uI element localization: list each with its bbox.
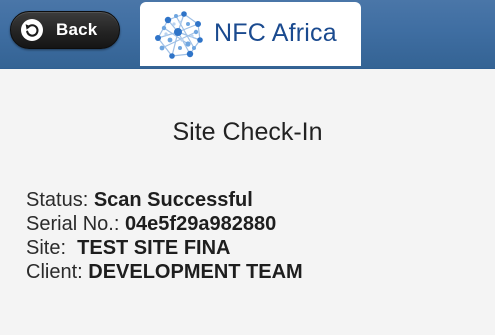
logo-text: NFC Africa (214, 19, 337, 47)
status-label: Status: (26, 189, 94, 211)
site-row: Site: TEST SITE FINA (26, 236, 303, 260)
check-in-details: Status: Scan Successful Serial No.: 04e5… (26, 188, 303, 284)
serial-row: Serial No.: 04e5f29a982880 (26, 212, 303, 236)
back-button-label: Back (56, 20, 98, 39)
main-content: Site Check-In Status: Scan Successful Se… (0, 69, 495, 335)
status-row: Status: Scan Successful (26, 188, 303, 212)
serial-value: 04e5f29a982880 (124, 213, 277, 235)
back-arrow-icon (21, 19, 43, 41)
client-label: Client: (26, 261, 89, 283)
serial-label: Serial No.: (26, 213, 125, 235)
globe-network-icon (155, 11, 203, 59)
client-value: DEVELOPMENT TEAM (88, 261, 303, 283)
back-button[interactable]: Back (10, 11, 120, 49)
page-title: Site Check-In (172, 118, 323, 146)
header-bar: Back NFC Africa (0, 0, 495, 69)
site-value: TEST SITE FINA (77, 237, 231, 259)
client-row: Client: DEVELOPMENT TEAM (26, 260, 303, 284)
logo: NFC Africa (140, 2, 361, 66)
status-value: Scan Successful (93, 189, 253, 211)
site-label: Site: (26, 237, 78, 259)
